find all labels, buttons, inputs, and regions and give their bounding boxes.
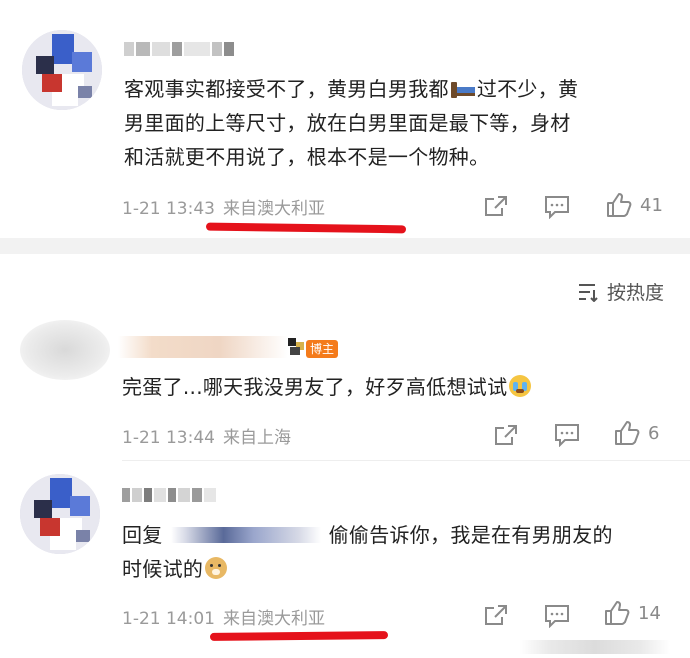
timestamp: 1-21 14:01: [122, 609, 215, 629]
like-icon: [607, 193, 632, 217]
ip-location: 来自澳大利亚: [222, 199, 325, 219]
watermark-blurred: [520, 640, 670, 654]
comment-meta: 1-21 13:43 来自澳大利亚: [122, 194, 325, 219]
section-divider: [0, 238, 690, 254]
author-badge: 博主: [306, 340, 339, 358]
doge-emoji: [205, 557, 228, 579]
username-blurred[interactable]: [124, 42, 236, 56]
avatar[interactable]: [22, 30, 102, 110]
like-count: 14: [638, 602, 661, 624]
comment-meta: 1-21 14:01 来自澳大利亚: [122, 604, 325, 629]
comment-text: 完蛋了...哪天我没男友了，好歹高低想试试: [122, 370, 662, 404]
comment-text: 回复 偷偷告诉你，我是在有男朋友的 时候试的: [122, 523, 613, 581]
share-button[interactable]: [494, 424, 518, 446]
ip-location: 来自上海: [222, 428, 291, 448]
timestamp: 1-21 13:43: [122, 199, 215, 219]
share-icon: [485, 605, 507, 625]
bed-emoji: [449, 80, 477, 98]
comment-icon: [545, 605, 569, 628]
sort-label: 按热度: [606, 282, 664, 304]
avatar-blurred[interactable]: [20, 320, 110, 380]
comment-meta: 1-21 13:44 来自上海: [122, 423, 291, 448]
username-blurred[interactable]: [122, 488, 218, 502]
comment-button[interactable]: [544, 195, 570, 219]
sort-icon: [578, 283, 598, 302]
user-medal-icon: [288, 338, 306, 356]
avatar[interactable]: [20, 474, 100, 554]
like-count: 6: [648, 422, 660, 444]
like-icon: [615, 421, 640, 445]
comment-text: 客观事实都接受不了，黄男白男我都 过不少，黄 男里面的上等尺寸，放在白男里面是最下…: [124, 77, 579, 169]
sort-by-hot-button[interactable]: 按热度: [577, 278, 664, 305]
like-icon: [605, 601, 630, 625]
crying-emoji: [509, 375, 532, 397]
timestamp: 1-21 13:44: [122, 428, 215, 448]
red-underline-annotation: [205, 222, 407, 234]
share-button[interactable]: [484, 604, 508, 626]
reply-target-blurred[interactable]: [170, 527, 321, 543]
username-blurred[interactable]: [118, 336, 288, 358]
red-underline-annotation: [209, 631, 389, 641]
share-icon: [495, 425, 517, 445]
comment-icon: [555, 424, 579, 447]
share-button[interactable]: [484, 195, 508, 217]
like-button[interactable]: 14: [604, 600, 661, 626]
share-icon: [485, 196, 507, 216]
comment-button[interactable]: [544, 604, 570, 628]
thread-separator: [122, 460, 690, 461]
like-button[interactable]: 6: [614, 420, 659, 446]
comment-icon: [545, 196, 569, 219]
like-count: 41: [640, 194, 663, 216]
reply-prefix: 回复: [122, 523, 163, 547]
comment-button[interactable]: [554, 423, 580, 447]
ip-location: 来自澳大利亚: [222, 609, 325, 629]
like-button[interactable]: 41: [606, 192, 663, 218]
